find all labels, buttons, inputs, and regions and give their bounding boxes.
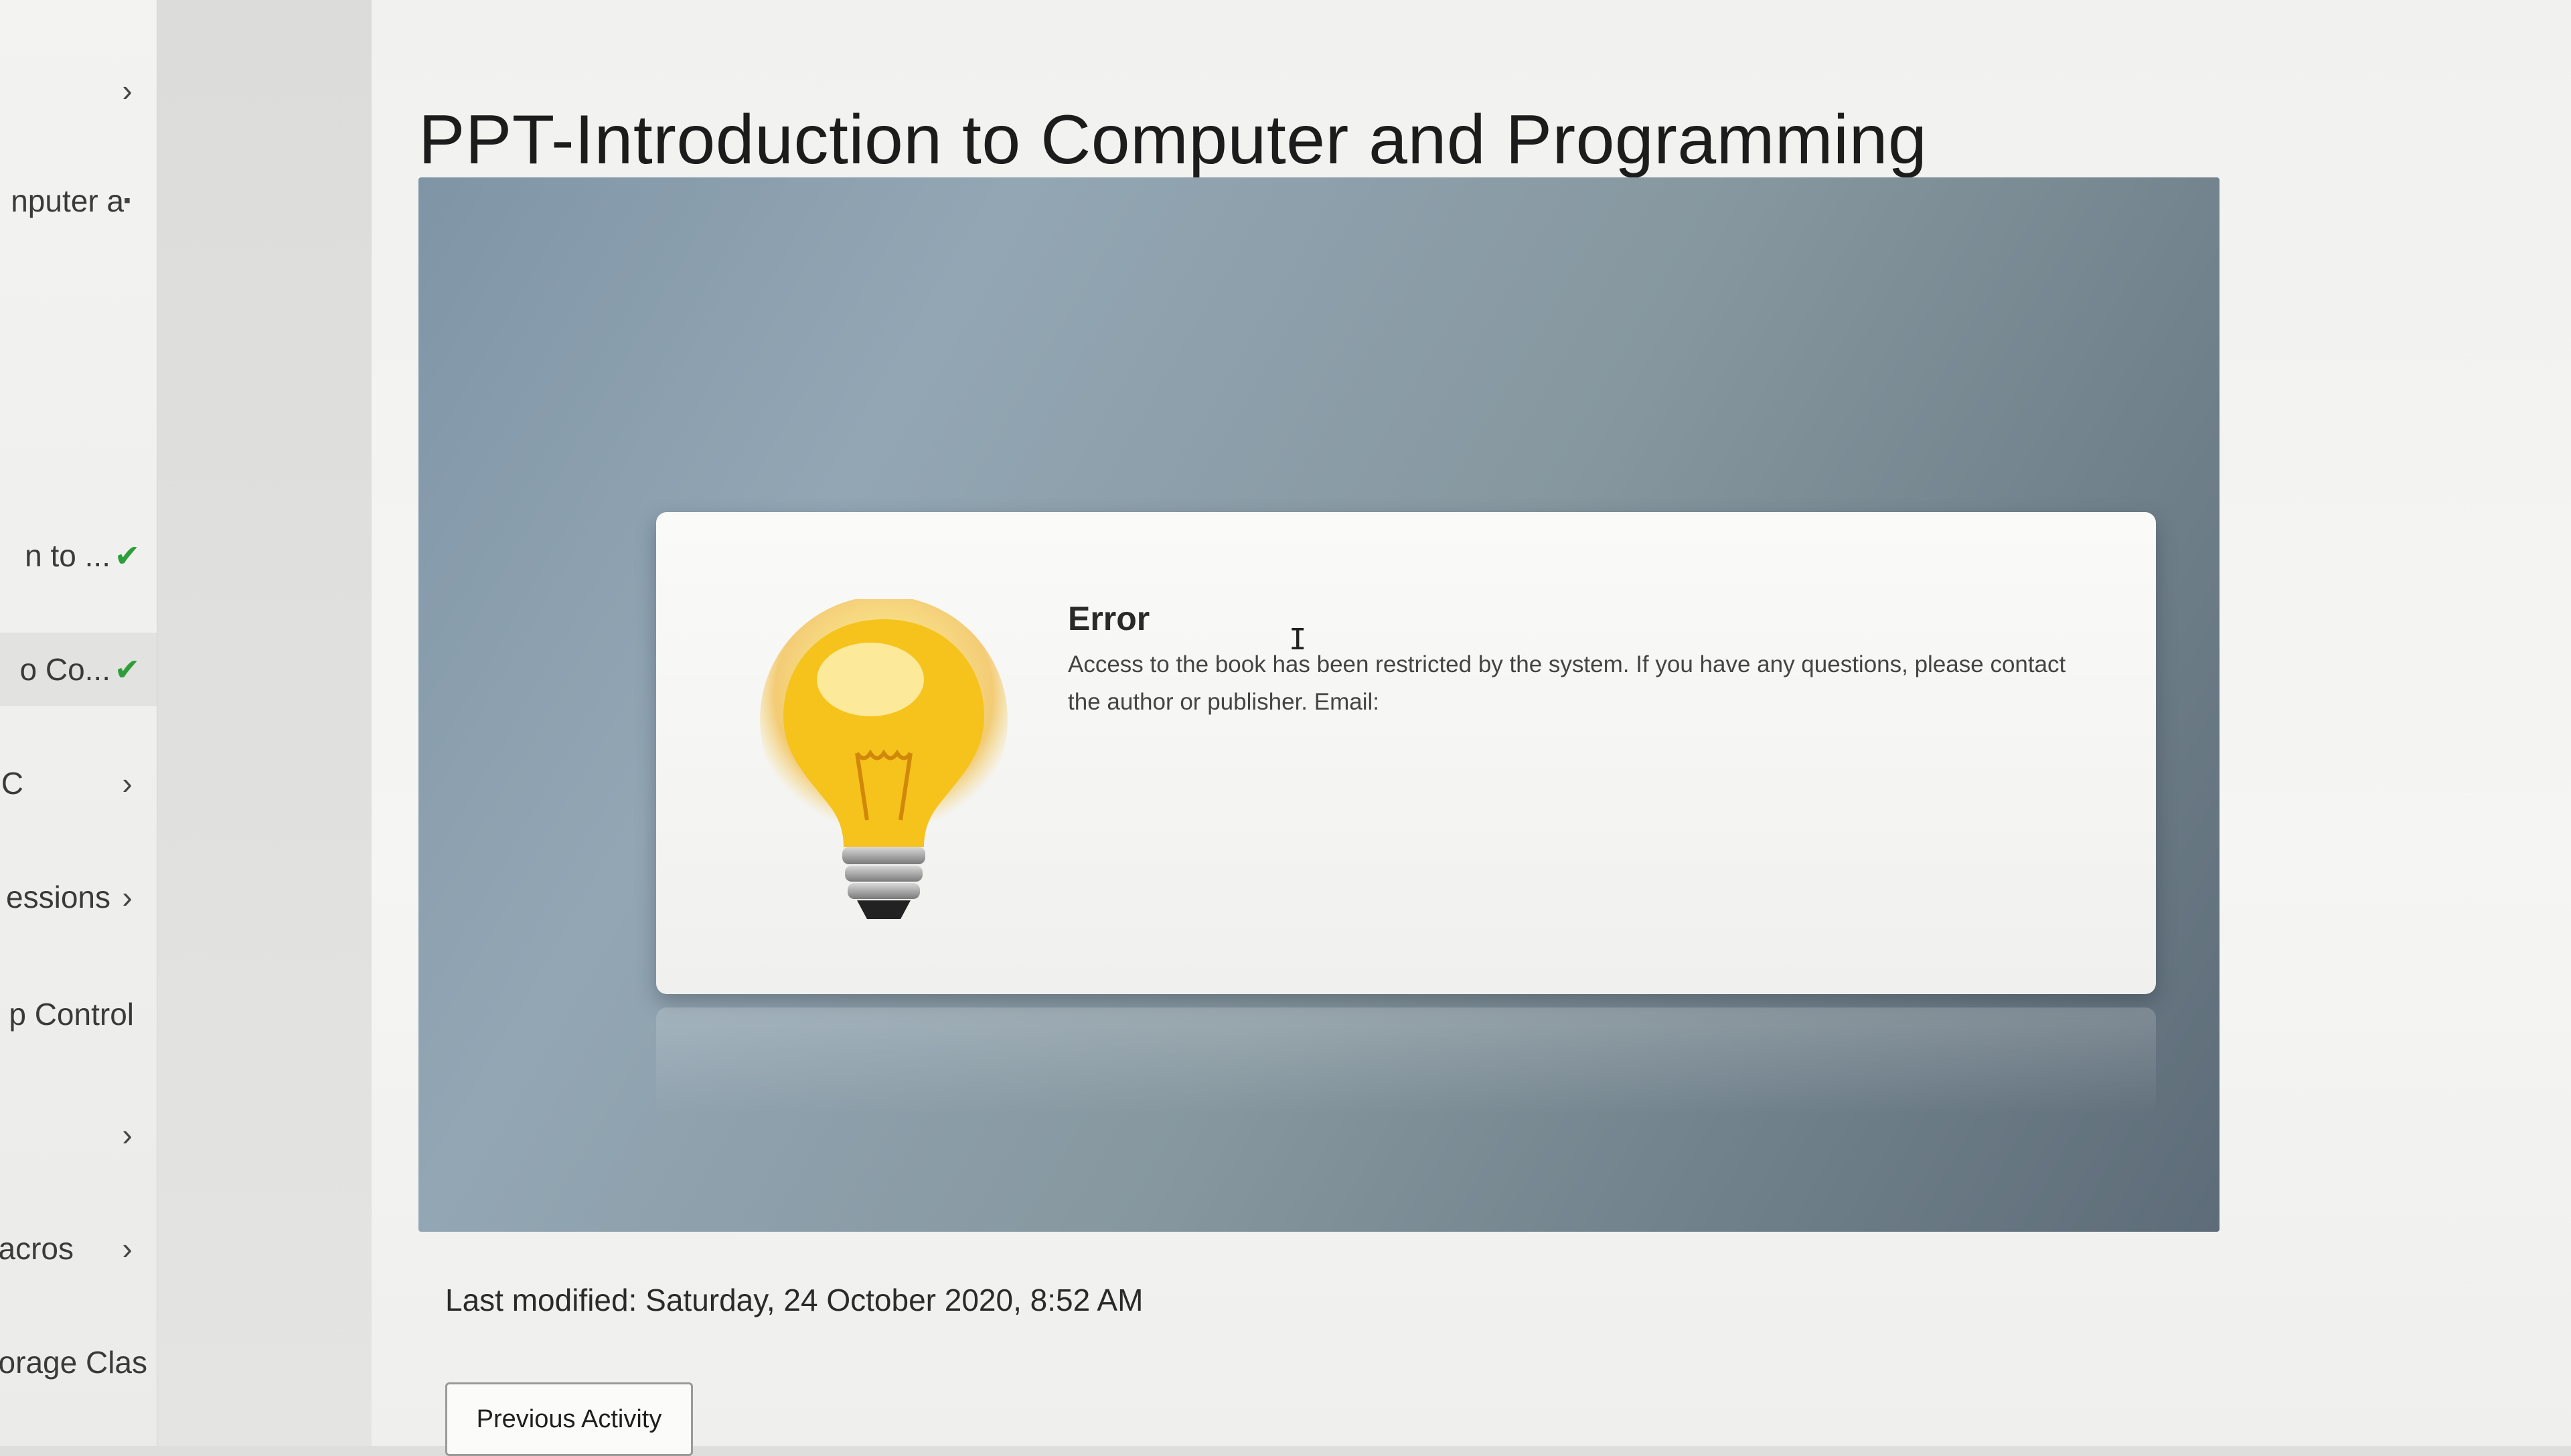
previous-activity-button[interactable]: Previous Activity (445, 1382, 693, 1456)
chevron-right-icon[interactable]: › (110, 1117, 144, 1153)
error-title: Error (1068, 600, 1150, 637)
text-cursor-icon: I (1289, 623, 1307, 657)
dialog-reflection (656, 1007, 2156, 1115)
sidebar-item-6[interactable]: essions › (0, 860, 157, 934)
sidebar-item-1[interactable]: › (0, 54, 157, 127)
sidebar-item-2[interactable]: nputer a ▪ (0, 164, 157, 238)
chevron-right-icon[interactable]: › (110, 879, 144, 915)
sidebar-item-label: acros (0, 1231, 74, 1266)
sidebar-item-label: C (1, 766, 23, 801)
sidebar-item-9[interactable]: acros › (0, 1212, 157, 1285)
embedded-viewer: Error Access to the book has been restri… (418, 177, 2219, 1232)
chevron-right-icon[interactable]: › (110, 1230, 144, 1267)
sidebar-item-label: o Co... (19, 652, 110, 687)
last-modified-text: Last modified: Saturday, 24 October 2020… (445, 1283, 1144, 1317)
sidebar-item-label: p Control (9, 997, 134, 1032)
sidebar-item-label: orage Clas (0, 1345, 147, 1380)
page-title: PPT-Introduction to Computer and Program… (418, 100, 1928, 179)
chevron-right-icon[interactable]: › (110, 765, 144, 801)
sidebar-item-3[interactable]: n to ... ✔ (0, 519, 157, 592)
course-index-sidebar: › nputer a ▪ n to ... ✔ o Co... ✔ C › es… (0, 0, 157, 1446)
checkmark-icon: ✔ (114, 538, 141, 573)
sidebar-item-10[interactable]: orage Clas (0, 1325, 157, 1399)
sidebar-item-5[interactable]: C › (0, 746, 157, 820)
sidebar-item-label: nputer a (11, 183, 124, 218)
chevron-right-icon[interactable]: › (110, 72, 144, 108)
sidebar-item-7[interactable]: p Control (0, 977, 157, 1051)
checkmark-icon: ✔ (114, 652, 141, 687)
error-message: Access to the book has been restricted b… (1068, 651, 2066, 715)
sidebar-item-8[interactable]: › (0, 1098, 157, 1171)
error-dialog: Error Access to the book has been restri… (656, 512, 2156, 994)
lightbulb-icon (760, 599, 1008, 919)
lock-icon: ▪ (123, 189, 131, 212)
sidebar-item-label: n to ... (25, 538, 110, 573)
sidebar-item-label: essions (6, 880, 110, 914)
sidebar-item-4[interactable]: o Co... ✔ (0, 633, 157, 706)
